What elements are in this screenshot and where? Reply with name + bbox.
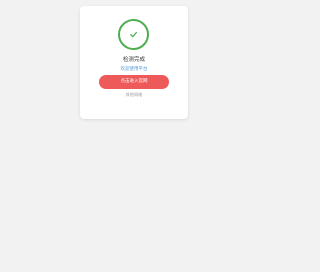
other-network-link[interactable]: 其他网络 xyxy=(80,92,188,98)
success-ring xyxy=(118,19,149,50)
result-subtitle: 欢迎使用平台 xyxy=(120,67,148,72)
result-card: 检测完成 欢迎使用平台 点击进入官网 其他网络 xyxy=(80,6,188,119)
enter-site-button[interactable]: 点击进入官网 xyxy=(99,75,169,89)
check-icon xyxy=(130,31,138,38)
result-title: 检测完成 xyxy=(122,57,145,63)
